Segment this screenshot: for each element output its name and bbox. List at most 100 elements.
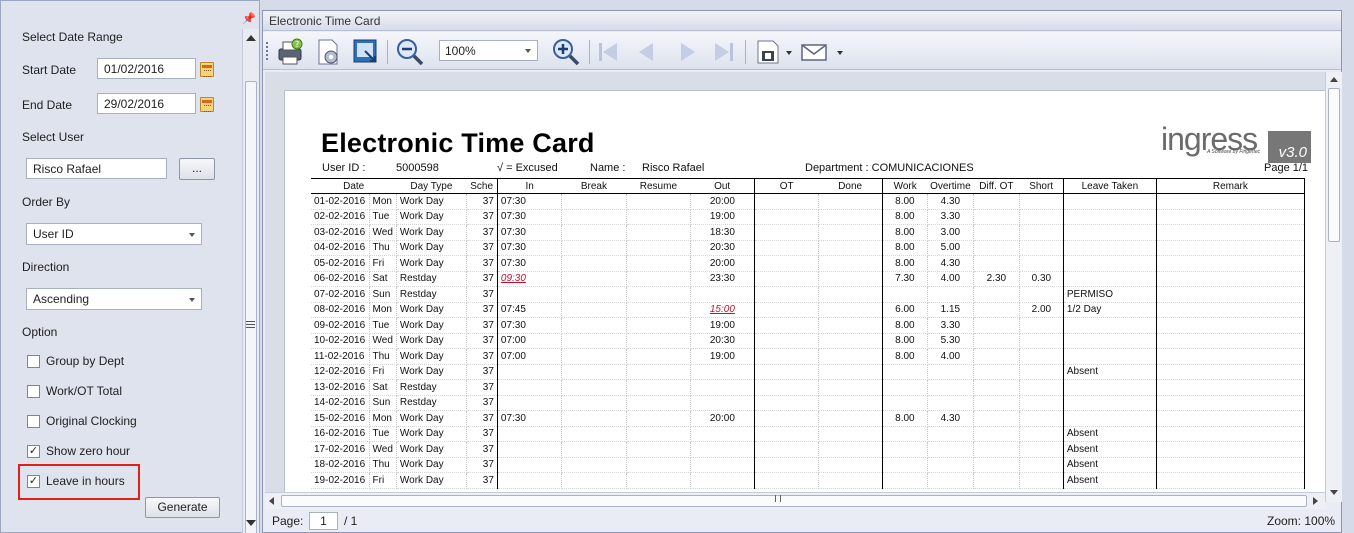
horizontal-scrollbar[interactable] [265, 492, 1325, 509]
save-dropdown-icon[interactable] [786, 51, 792, 55]
scroll-thumb[interactable] [1328, 88, 1340, 242]
cell-remark [1156, 209, 1305, 225]
cell-short [1019, 255, 1064, 272]
cell-dow: Mon [369, 193, 397, 210]
save-icon[interactable] [753, 37, 783, 67]
order-by-label: Order By [22, 195, 71, 209]
cell-diff [973, 193, 1020, 210]
checkbox[interactable] [27, 355, 40, 368]
start-date-label: Start Date [22, 63, 77, 77]
cell-short [1019, 472, 1064, 489]
cell-date: 09-02-2016 [311, 317, 370, 334]
cell-type: Work Day [396, 255, 467, 272]
cell-diff [973, 240, 1020, 256]
cell-dow: Wed [369, 224, 397, 241]
first-page-icon[interactable] [599, 43, 602, 61]
cell-brk [561, 333, 627, 349]
cell-dow: Sun [369, 395, 397, 411]
col-header: Overtime [927, 178, 974, 194]
email-icon[interactable] [799, 37, 829, 67]
cell-done [818, 240, 883, 256]
cell-ot [754, 224, 819, 241]
cell-brk [561, 193, 627, 210]
start-date-input[interactable]: 01/02/2016 [97, 58, 196, 79]
export-icon[interactable] [351, 37, 381, 67]
cell-leave [1063, 333, 1157, 349]
cell-done [818, 317, 883, 334]
checkbox[interactable] [27, 415, 40, 428]
cell-dow: Fri [369, 364, 397, 380]
grip-icon [246, 321, 255, 328]
cell-done [818, 209, 883, 225]
cell-brk [561, 286, 627, 303]
scroll-up-icon[interactable] [246, 35, 256, 41]
col-header: Leave Taken [1063, 178, 1157, 194]
generate-button[interactable]: Generate [145, 497, 220, 518]
cell-work [882, 286, 928, 303]
cell-done [818, 286, 883, 303]
end-date-input[interactable]: 29/02/2016 [97, 93, 196, 114]
col-header: Sche [466, 178, 498, 194]
cell-done [818, 193, 883, 210]
logo-subtitle: A Software by Fingertec [1207, 149, 1261, 155]
col-header: Done [818, 178, 883, 194]
cell-sch: 37 [466, 286, 498, 303]
cell-in: 07:30 [496, 240, 562, 256]
cell-in [496, 472, 562, 489]
cell-type: Work Day [396, 333, 467, 349]
vertical-scrollbar[interactable] [1325, 72, 1342, 502]
name-value: Risco Rafael [642, 162, 705, 174]
checkbox[interactable] [27, 385, 40, 398]
cell-date: 10-02-2016 [311, 333, 370, 349]
pin-icon[interactable]: 📌 [242, 12, 256, 25]
calendar-icon[interactable] [200, 97, 214, 112]
user-input[interactable]: Risco Rafael [26, 158, 167, 179]
cell-date: 13-02-2016 [311, 379, 370, 396]
cell-leave [1063, 224, 1157, 241]
cell-sch: 37 [466, 193, 498, 210]
direction-select[interactable]: Ascending [26, 288, 202, 310]
cell-sch: 37 [466, 426, 498, 442]
scroll-down-icon[interactable] [1330, 490, 1338, 495]
browse-user-button[interactable]: ... [179, 158, 215, 180]
col-header: Break [561, 178, 627, 194]
scroll-right-icon[interactable] [1313, 497, 1318, 505]
cell-leave [1063, 209, 1157, 225]
page-input[interactable]: 1 [309, 512, 338, 530]
cell-diff [973, 395, 1020, 411]
cell-in [496, 457, 562, 473]
email-dropdown-icon[interactable] [837, 51, 843, 55]
cell-diff [973, 302, 1020, 318]
cell-overtime: 3.30 [927, 209, 974, 225]
page-setup-icon[interactable] [313, 37, 343, 67]
cell-ot [754, 286, 819, 303]
cell-done [818, 379, 883, 396]
col-header: OT [754, 178, 819, 194]
scroll-up-icon[interactable] [1330, 77, 1338, 82]
print-icon[interactable]: ? [275, 37, 305, 67]
cell-diff [973, 224, 1020, 241]
scroll-thumb[interactable] [245, 81, 257, 533]
cell-work: 8.00 [882, 240, 928, 256]
scroll-left-icon[interactable] [269, 497, 274, 505]
cell-remark [1156, 333, 1305, 349]
order-by-select[interactable]: User ID [26, 223, 202, 245]
cell-date: 16-02-2016 [311, 426, 370, 442]
scroll-thumb[interactable] [281, 495, 1307, 507]
cell-date: 15-02-2016 [311, 410, 370, 427]
cell-type: Work Day [396, 240, 467, 256]
last-page-icon[interactable] [715, 43, 729, 61]
cell-res [626, 302, 691, 318]
zoom-select[interactable]: 100% [439, 40, 538, 61]
checkbox-checked[interactable]: ✓ [27, 445, 40, 458]
cell-date: 06-02-2016 [311, 271, 370, 287]
previous-page-icon[interactable] [639, 43, 653, 61]
select-user-label: Select User [22, 130, 85, 144]
scroll-down-icon[interactable] [246, 520, 256, 526]
zoom-in-icon[interactable] [551, 37, 581, 67]
next-page-icon[interactable] [681, 43, 695, 61]
panel-scrollbar[interactable] [242, 29, 259, 533]
calendar-icon[interactable] [200, 62, 214, 77]
zoom-out-icon[interactable] [395, 37, 425, 67]
cell-type: Work Day [396, 426, 467, 442]
